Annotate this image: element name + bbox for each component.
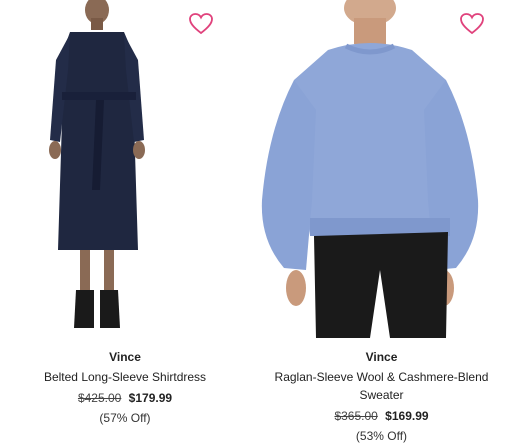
price-row: $425.00 $179.99 (0, 389, 250, 407)
product-name[interactable]: Raglan-Sleeve Wool & Cashmere-Blend Swea… (250, 368, 513, 404)
original-price: $365.00 (334, 409, 378, 423)
price-row: $365.00 $169.99 (250, 407, 513, 425)
product-image[interactable] (0, 0, 250, 338)
product-image[interactable] (250, 0, 513, 338)
product-card[interactable]: Vince Belted Long-Sleeve Shirtdress $425… (0, 0, 250, 446)
discount-label: (57% Off) (99, 411, 151, 425)
product-name[interactable]: Belted Long-Sleeve Shirtdress (0, 368, 250, 386)
discount-label: (53% Off) (355, 429, 408, 443)
product-brand[interactable]: Vince (250, 348, 513, 366)
sale-price: $169.99 (385, 409, 429, 423)
product-card[interactable]: Vince Raglan-Sleeve Wool & Cashmere-Blen… (250, 0, 513, 446)
product-info: Vince Belted Long-Sleeve Shirtdress $425… (0, 348, 250, 427)
original-price: $425.00 (77, 391, 122, 405)
product-grid: Vince Belted Long-Sleeve Shirtdress $425… (0, 0, 513, 446)
product-brand[interactable]: Vince (0, 348, 250, 366)
heart-outline-icon[interactable] (188, 12, 214, 36)
product-info: Vince Raglan-Sleeve Wool & Cashmere-Blen… (250, 348, 513, 445)
sweater-model-photo (261, 0, 479, 338)
sale-price: $179.99 (128, 391, 173, 405)
dress-model-photo (49, 0, 145, 328)
heart-outline-icon[interactable] (459, 12, 485, 36)
